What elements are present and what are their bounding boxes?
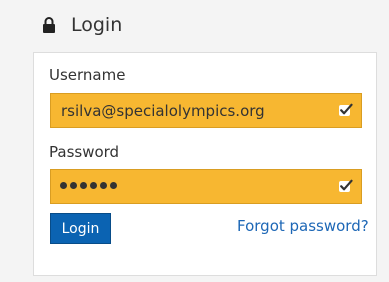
- password-dot: [60, 182, 67, 189]
- password-field[interactable]: [50, 169, 362, 204]
- username-field[interactable]: rsilva@specialolympics.org: [50, 93, 362, 128]
- username-label: Username: [49, 66, 126, 84]
- page-title: Login: [71, 14, 123, 36]
- lock-icon: [43, 17, 55, 33]
- password-dot: [80, 182, 87, 189]
- password-mask: [60, 182, 117, 192]
- password-dot: [70, 182, 77, 189]
- username-value: rsilva@specialolympics.org: [61, 102, 265, 120]
- check-icon: [339, 103, 353, 116]
- password-dot: [100, 182, 107, 189]
- password-label: Password: [49, 143, 120, 161]
- login-panel: Username rsilva@specialolympics.org Pass…: [33, 52, 377, 276]
- forgot-password-link[interactable]: Forgot password?: [237, 217, 369, 235]
- password-dot: [90, 182, 97, 189]
- login-button[interactable]: Login: [50, 213, 111, 244]
- password-dot: [110, 182, 117, 189]
- check-icon: [339, 179, 353, 192]
- login-header: Login: [0, 0, 389, 48]
